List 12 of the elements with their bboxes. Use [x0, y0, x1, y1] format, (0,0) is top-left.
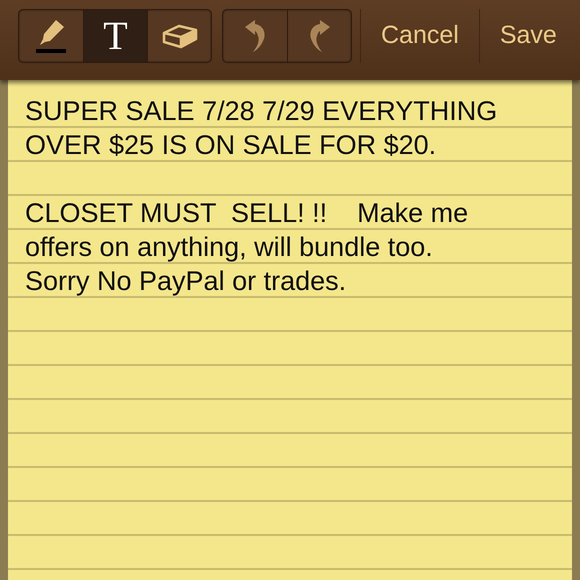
save-button[interactable]: Save [480, 9, 577, 63]
redo-icon [308, 19, 332, 53]
eraser-icon [162, 22, 198, 50]
note-text-line: CLOSET MUST SELL! !! Make me [24, 197, 468, 230]
highlighter-icon [34, 18, 68, 54]
note-text-line: OVER $25 IS ON SALE FOR $20. [24, 129, 436, 162]
cancel-button[interactable]: Cancel [361, 9, 479, 63]
undo-icon [243, 19, 267, 53]
note-text-line: SUPER SALE 7/28 7/29 EVERYTHING [24, 95, 498, 128]
note-text-line: offers on anything, will bundle too. [24, 231, 433, 264]
note-text-line: Sorry No PayPal or trades. [24, 265, 346, 298]
text-tool-button[interactable]: T [83, 10, 147, 62]
